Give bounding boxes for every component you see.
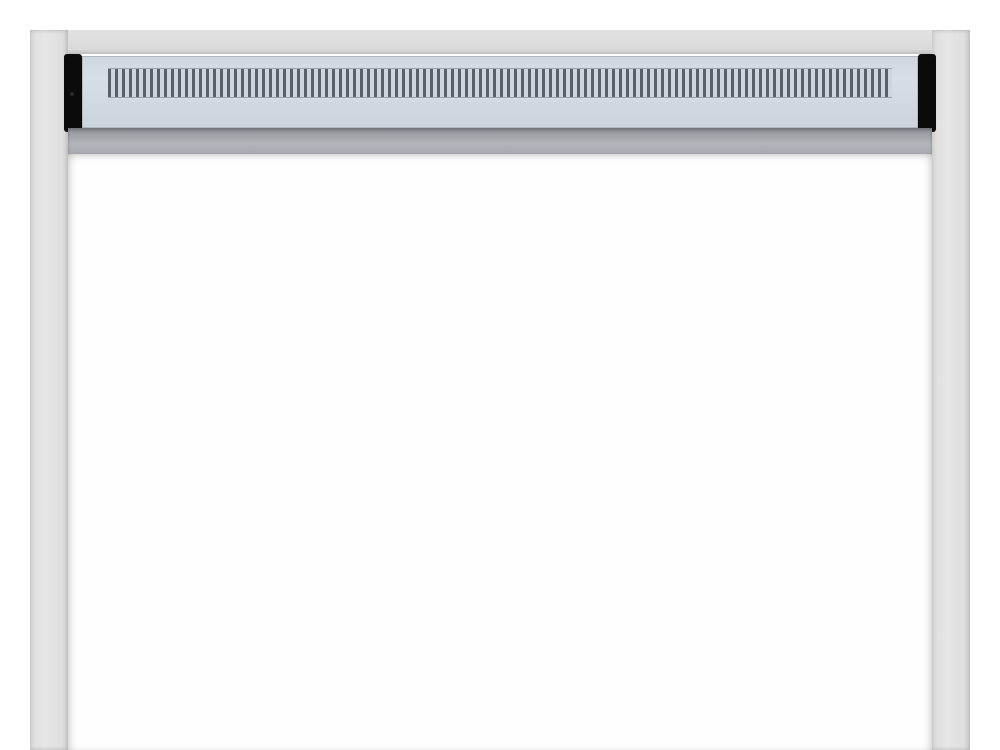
frame-pillar-left bbox=[30, 30, 68, 750]
vent-grille bbox=[108, 68, 892, 98]
indicator-dot bbox=[70, 92, 74, 96]
doorway-opening bbox=[68, 154, 932, 750]
door-frame-assembly bbox=[30, 30, 970, 750]
housing-end-cap-right bbox=[918, 54, 936, 132]
frame-pillar-right bbox=[932, 30, 970, 750]
lintel-top bbox=[30, 30, 970, 54]
housing-bottom-lip bbox=[68, 128, 932, 154]
air-curtain-housing bbox=[82, 56, 918, 128]
